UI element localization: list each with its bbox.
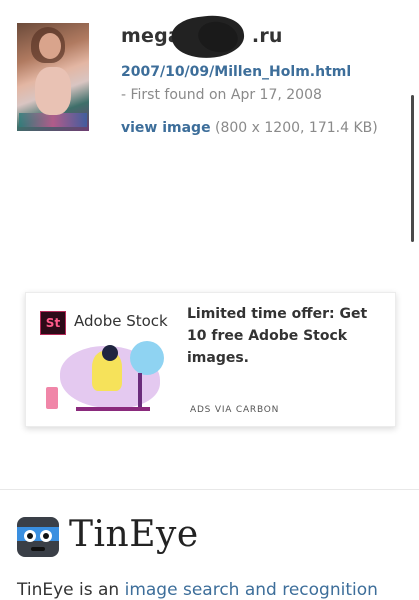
- image-meta: (800 x 1200, 171.4 KB): [215, 120, 378, 136]
- illustration-shape: [46, 387, 58, 409]
- ad-brand-name: Adobe Stock: [74, 312, 168, 330]
- about-prefix: TinEye is an: [17, 580, 125, 600]
- result-thumbnail[interactable]: [17, 23, 89, 131]
- view-image-link[interactable]: view image: [121, 120, 211, 136]
- search-result: mega .ru 2007/10/09/Millen_Holm.html - Fi…: [0, 0, 419, 150]
- ad-image[interactable]: St Adobe Stock: [34, 301, 176, 414]
- logo-detail: [31, 547, 45, 551]
- view-image-row: view image (800 x 1200, 171.4 KB): [121, 120, 378, 136]
- result-url-link[interactable]: 2007/10/09/Millen_Holm.html: [121, 64, 351, 80]
- tineye-robot-logo-icon[interactable]: [17, 517, 59, 557]
- about-text: TinEye is an image search and recognitio…: [17, 580, 378, 600]
- illustration-shape: [102, 345, 118, 361]
- about-link[interactable]: image search and recognition: [125, 580, 378, 600]
- illustration-shape: [76, 407, 150, 411]
- scrollbar[interactable]: [411, 95, 414, 242]
- adobe-stock-logo-icon: St: [40, 311, 66, 335]
- illustration-shape: [138, 373, 142, 407]
- section-divider: [0, 489, 419, 490]
- carbon-ad[interactable]: St Adobe Stock Limited time offer: Get 1…: [25, 292, 396, 427]
- tineye-brand-name[interactable]: TinEye: [69, 514, 199, 555]
- illustration-shape: [130, 341, 164, 375]
- ads-via-carbon-link[interactable]: ADS VIA CARBON: [190, 405, 279, 415]
- ad-headline[interactable]: Limited time offer: Get 10 free Adobe St…: [187, 303, 387, 369]
- logo-detail: [43, 533, 49, 539]
- domain-suffix: .ru: [251, 25, 283, 47]
- thumbnail-detail: [35, 67, 71, 115]
- thumbnail-detail: [39, 33, 61, 59]
- first-found-date: - First found on Apr 17, 2008: [121, 87, 322, 103]
- thumbnail-detail: [19, 113, 87, 127]
- logo-detail: [27, 533, 33, 539]
